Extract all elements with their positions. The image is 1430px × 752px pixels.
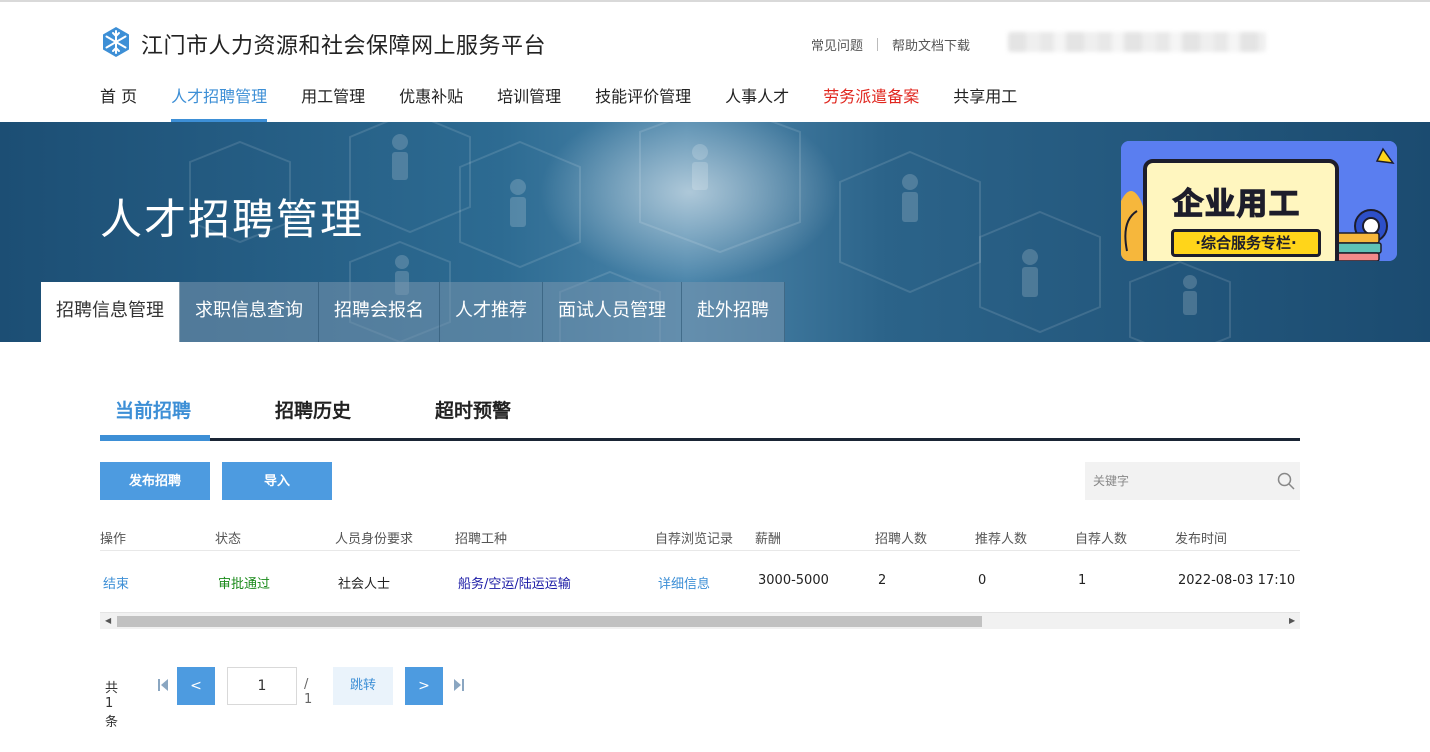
nav-item-employment[interactable]: 用工管理: [301, 83, 365, 122]
promo-title: 企业用工: [1172, 186, 1301, 223]
active-tab-indicator: [100, 435, 210, 441]
scroll-right-arrow-icon[interactable]: ▶: [1289, 616, 1295, 625]
nav-item-personnel[interactable]: 人事人才: [725, 83, 789, 122]
nav-item-home[interactable]: 首 页: [100, 83, 137, 122]
recommend-count-cell: 0: [978, 573, 987, 588]
page-banner: 人才招聘管理 企业用工 ·综合服务专栏· 招聘信息管理 求职信息查询 招聘会报名…: [0, 122, 1430, 342]
enterprise-employment-promo[interactable]: 企业用工 ·综合服务专栏·: [1121, 141, 1397, 261]
subtab-external-recruitment[interactable]: 赴外招聘: [682, 282, 785, 342]
page-total: / 1: [304, 677, 313, 707]
last-page-icon[interactable]: [453, 678, 465, 692]
faq-link[interactable]: 常见问题: [811, 35, 863, 54]
site-logo[interactable]: 江门市人力资源和社会保障网上服务平台: [100, 26, 546, 62]
next-page-button[interactable]: >: [405, 667, 443, 705]
end-link[interactable]: 结束: [103, 573, 129, 592]
col-header-salary: 薪酬: [755, 532, 782, 547]
nav-item-subsidies[interactable]: 优惠补贴: [399, 83, 463, 122]
content-tabs: 当前招聘 招聘历史 超时预警: [100, 383, 1300, 441]
snowflake-logo-icon: [100, 26, 132, 62]
col-header-publish-time: 发布时间: [1175, 532, 1228, 547]
subtab-job-fair-signup[interactable]: 招聘会报名: [319, 282, 440, 342]
first-page-icon[interactable]: [157, 678, 169, 692]
search-box: [1085, 462, 1300, 500]
job-type-link[interactable]: 船务/空运/陆运运输: [458, 573, 571, 592]
self-recommend-count-cell: 1: [1078, 573, 1087, 588]
nav-item-talent-recruitment[interactable]: 人才招聘管理: [171, 83, 268, 122]
salary-cell: 3000-5000: [758, 573, 829, 588]
tab-timeout-warning[interactable]: 超时预警: [435, 396, 511, 423]
sub-nav: 招聘信息管理 求职信息查询 招聘会报名 人才推荐 面试人员管理 赴外招聘: [41, 282, 785, 342]
site-title: 江门市人力资源和社会保障网上服务平台: [141, 34, 547, 59]
col-header-job-type: 招聘工种: [455, 532, 508, 547]
banner-title: 人才招聘管理: [100, 195, 365, 244]
keyword-search-input[interactable]: [1093, 471, 1268, 491]
table-row: 结束 审批通过 社会人士 船务/空运/陆运运输 详细信息 3000-5000 2…: [100, 561, 1300, 603]
table-header: 操作 状态 人员身份要求 招聘工种 自荐浏览记录 薪酬 招聘人数 推荐人数 自荐…: [100, 520, 1300, 551]
col-header-status: 状态: [215, 532, 242, 547]
subtab-job-seeker-query[interactable]: 求职信息查询: [180, 282, 319, 342]
tab-underline: [100, 438, 1300, 441]
tab-recruitment-history[interactable]: 招聘历史: [275, 396, 351, 423]
search-icon[interactable]: [1277, 472, 1295, 490]
promo-board: 企业用工 ·综合服务专栏·: [1143, 159, 1339, 261]
jump-button[interactable]: 跳转: [333, 667, 393, 705]
page-number-input[interactable]: [227, 667, 297, 705]
col-header-browse-record: 自荐浏览记录: [655, 532, 734, 547]
publish-recruitment-button[interactable]: 发布招聘: [100, 462, 210, 500]
total-count: 共1条: [105, 681, 119, 730]
nav-item-shared-employment[interactable]: 共享用工: [953, 83, 1017, 122]
top-links: 常见问题 帮助文档下载: [811, 35, 970, 54]
nav-item-training[interactable]: 培训管理: [497, 83, 561, 122]
subtab-recruitment-info[interactable]: 招聘信息管理: [41, 282, 180, 342]
horizontal-scrollbar[interactable]: ◀ ▶: [100, 612, 1300, 629]
nav-item-labor-dispatch[interactable]: 劳务派遣备案: [823, 83, 919, 122]
promo-subtitle: ·综合服务专栏·: [1171, 229, 1321, 257]
link-divider: [877, 38, 879, 51]
site-header: 江门市人力资源和社会保障网上服务平台 常见问题 帮助文档下载 首 页 人才招聘管…: [0, 2, 1430, 122]
scrollbar-thumb[interactable]: [117, 616, 982, 627]
publish-time-cell: 2022-08-03 17:10: [1178, 573, 1296, 588]
tab-current-recruitment[interactable]: 当前招聘: [115, 396, 191, 423]
hire-count-cell: 2: [878, 573, 887, 588]
main-nav: 首 页 人才招聘管理 用工管理 优惠补贴 培训管理 技能评价管理 人事人才 劳务…: [100, 83, 1051, 122]
col-header-action: 操作: [100, 532, 127, 547]
prev-page-button[interactable]: <: [177, 667, 215, 705]
help-doc-download-link[interactable]: 帮助文档下载: [892, 35, 970, 54]
col-header-self-recommend-count: 自荐人数: [1075, 532, 1128, 547]
identity-cell: 社会人士: [338, 577, 391, 592]
subtab-interview-management[interactable]: 面试人员管理: [543, 282, 682, 342]
nav-item-skill-evaluation[interactable]: 技能评价管理: [595, 83, 691, 122]
status-badge: 审批通过: [218, 577, 271, 592]
subtab-talent-recommend[interactable]: 人才推荐: [440, 282, 543, 342]
col-header-identity: 人员身份要求: [335, 532, 414, 547]
col-header-hire-count: 招聘人数: [875, 532, 928, 547]
col-header-recommend-count: 推荐人数: [975, 532, 1028, 547]
blurred-user-info: [1008, 32, 1266, 52]
import-button[interactable]: 导入: [222, 462, 332, 500]
detail-info-link[interactable]: 详细信息: [658, 573, 710, 592]
scroll-left-arrow-icon[interactable]: ◀: [105, 616, 111, 625]
